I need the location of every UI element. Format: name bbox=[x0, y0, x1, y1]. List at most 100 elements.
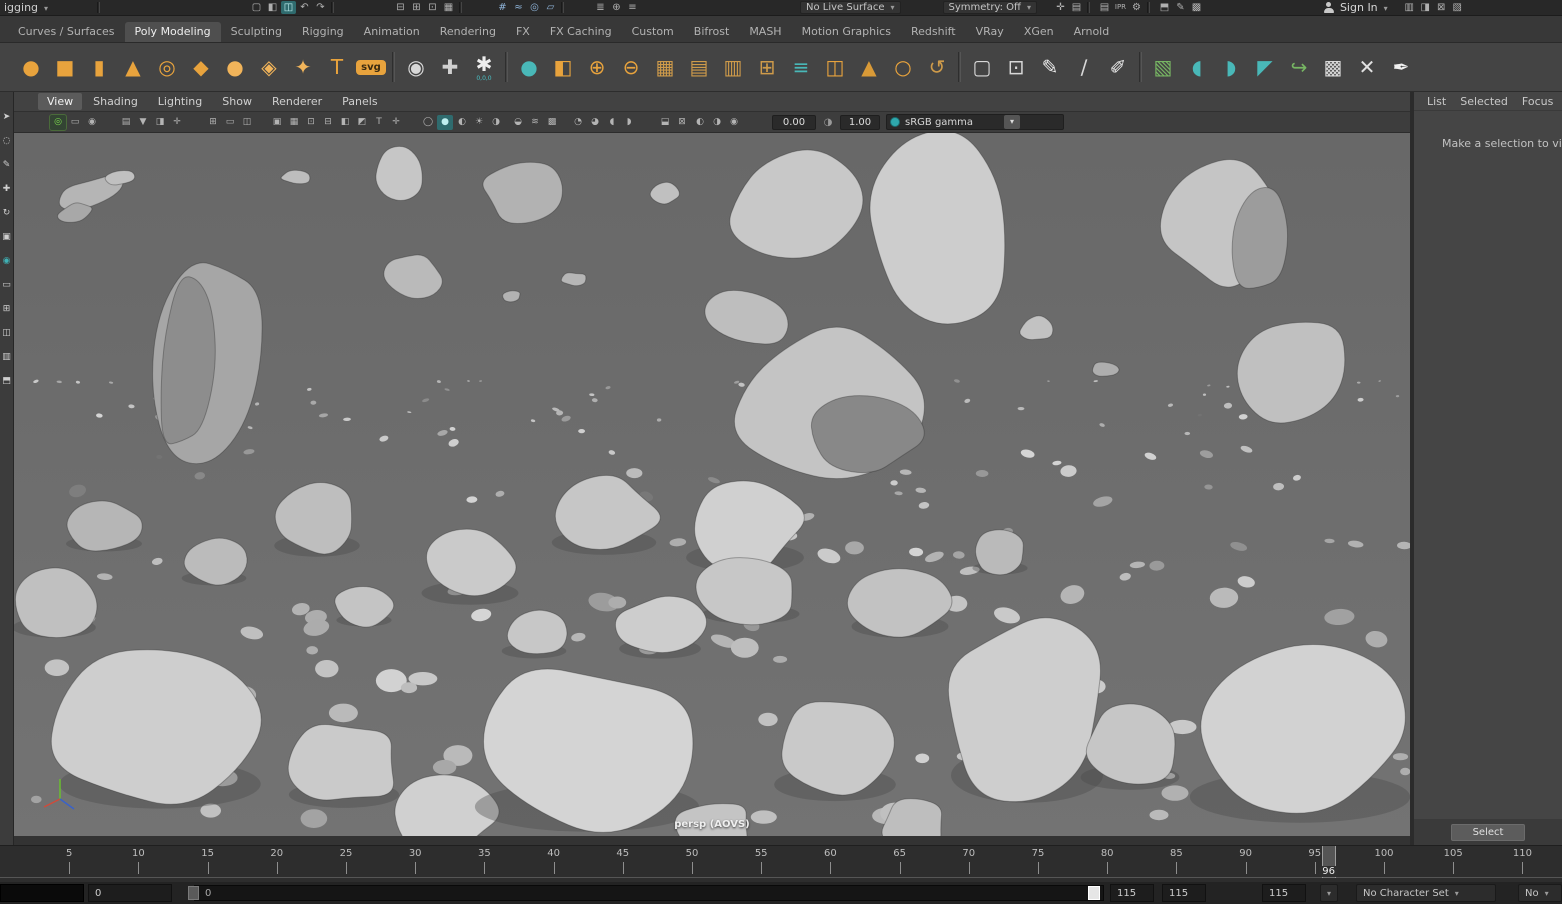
shelf-tab-arnold[interactable]: Arnold bbox=[1064, 22, 1120, 42]
smooth-icon[interactable]: ▥ bbox=[716, 47, 750, 87]
ipr-render-icon[interactable]: IPR bbox=[1113, 1, 1128, 14]
timeline-ruler[interactable]: 5 10 15 20 25 30 35 40 45 50 55 60 65 70 75 80 85 90 95 100… bbox=[0, 846, 1562, 878]
axis-toggle-icon[interactable]: ✛ bbox=[388, 115, 404, 130]
bookmarks-icon[interactable]: ▼ bbox=[135, 115, 151, 130]
resolution-gate-icon[interactable]: ◫ bbox=[239, 115, 255, 130]
cut-cross-icon[interactable]: ✕ bbox=[1350, 47, 1384, 87]
viewport-canvas[interactable]: persp (AOVS) bbox=[14, 133, 1410, 836]
exposure-toggle-icon[interactable]: ◐ bbox=[692, 115, 708, 130]
paint-selection-tool-icon[interactable]: ✎ bbox=[0, 158, 13, 172]
stack-planes-icon[interactable]: ≡ bbox=[784, 47, 818, 87]
highlight-selection-icon[interactable]: ✛ bbox=[1053, 1, 1068, 14]
layout-persp-outliner-icon[interactable]: ▥ bbox=[0, 350, 13, 364]
select-button[interactable]: Select bbox=[1451, 823, 1525, 841]
default-material-icon[interactable]: ◗ bbox=[621, 115, 637, 130]
sign-in-button[interactable]: Sign In bbox=[1323, 1, 1388, 14]
viewport-menu-renderer[interactable]: Renderer bbox=[263, 93, 331, 110]
outliner-toggle-icon[interactable]: ⊠ bbox=[1434, 1, 1449, 14]
gate-mask-icon[interactable]: ▣ bbox=[269, 115, 285, 130]
render-view-icon[interactable]: ⬒ bbox=[1157, 1, 1172, 14]
safe-title-icon[interactable]: ⊟ bbox=[320, 115, 336, 130]
playback-end-field[interactable]: 115 bbox=[1162, 884, 1206, 902]
list-inputs-icon[interactable]: ≡ bbox=[625, 1, 640, 14]
pan-zoom-2d-icon[interactable]: ✛ bbox=[169, 115, 185, 130]
character-set-dropdown[interactable]: No Character Set ▾ bbox=[1356, 884, 1496, 902]
sculpt-grab-icon[interactable]: ◗ bbox=[1214, 47, 1248, 87]
symmetry-dropdown[interactable]: Symmetry: Off bbox=[942, 1, 1037, 14]
camera-lock-icon[interactable]: ◉ bbox=[84, 115, 100, 130]
animation-end-field[interactable]: 115 bbox=[1262, 884, 1306, 902]
live-surface-dropdown[interactable]: No Live Surface bbox=[800, 1, 901, 14]
paint-effects-icon[interactable]: ✎ bbox=[1173, 1, 1188, 14]
layout-four-pane-icon[interactable]: ⊞ bbox=[0, 302, 13, 316]
uv-editor-icon[interactable]: ▧ bbox=[1146, 47, 1180, 87]
layout-two-pane-icon[interactable]: ◫ bbox=[0, 326, 13, 340]
snap-grid-icon[interactable]: # bbox=[495, 1, 510, 14]
viewport-menu-lighting[interactable]: Lighting bbox=[149, 93, 211, 110]
lattice-icon[interactable]: ▢ bbox=[965, 47, 999, 87]
shaded-mode-icon[interactable]: ● bbox=[437, 114, 453, 130]
exposure-field[interactable]: 0.00 bbox=[772, 114, 816, 130]
redo-icon[interactable]: ↷ bbox=[313, 1, 328, 14]
shelf-tab-vray[interactable]: VRay bbox=[966, 22, 1014, 42]
viewport-menu-view[interactable]: View bbox=[38, 93, 83, 110]
wireframe-mode-icon[interactable]: ◯ bbox=[420, 115, 436, 130]
super-shape-icon[interactable]: ✦ bbox=[286, 47, 320, 87]
shelf-tab-animation[interactable]: Animation bbox=[354, 22, 430, 42]
range-end-field[interactable]: 115 bbox=[1110, 884, 1154, 902]
shelf-tab-curves-surfaces[interactable]: Curves / Surfaces bbox=[8, 22, 125, 42]
safe-action-icon[interactable]: ⊡ bbox=[303, 115, 319, 130]
render-settings-icon[interactable]: ⚙ bbox=[1129, 1, 1144, 14]
select-tool-icon[interactable]: ➤ bbox=[0, 110, 13, 124]
shelf-tab-poly-modeling[interactable]: Poly Modeling bbox=[124, 22, 221, 42]
motion-blur-icon[interactable]: ≋ bbox=[527, 115, 543, 130]
playback-speed-dropdown[interactable]: ▾ bbox=[1320, 884, 1339, 902]
shelf-tab-fx[interactable]: FX bbox=[506, 22, 540, 42]
playback-options-box[interactable] bbox=[0, 884, 84, 902]
animation-start-field[interactable]: 0 bbox=[88, 884, 172, 902]
ambient-occlusion-icon[interactable]: ◒ bbox=[510, 115, 526, 130]
undo-icon[interactable]: ↶ bbox=[297, 1, 312, 14]
frame-all-icon[interactable]: ◧ bbox=[337, 115, 353, 130]
construction-history-icon[interactable]: ≣ bbox=[593, 1, 608, 14]
shelf-tab-xgen[interactable]: XGen bbox=[1014, 22, 1064, 42]
all-lights-icon[interactable]: ☀ bbox=[471, 115, 487, 130]
gamma-toggle-icon[interactable]: ◑ bbox=[709, 115, 725, 130]
sculpt-crease-icon[interactable]: ◤ bbox=[1248, 47, 1282, 87]
camera-attributes-icon[interactable]: ▤ bbox=[118, 115, 134, 130]
open-scene-icon[interactable]: ◧ bbox=[265, 1, 280, 14]
curve-warp-icon[interactable]: ↪ bbox=[1282, 47, 1316, 87]
render-frame-icon[interactable]: ▤ bbox=[1097, 1, 1112, 14]
grease-pencil-icon[interactable]: ◎ bbox=[49, 113, 67, 131]
mirror-icon[interactable]: ◫ bbox=[818, 47, 852, 87]
field-chart-icon[interactable]: ▦ bbox=[286, 115, 302, 130]
shelf-tab-rendering[interactable]: Rendering bbox=[430, 22, 506, 42]
select-object-icon[interactable]: ⊞ bbox=[409, 1, 424, 14]
snap-curve-icon[interactable]: ≈ bbox=[511, 1, 526, 14]
selection-mask-icon[interactable]: ▦ bbox=[441, 1, 456, 14]
combine-icon[interactable]: ◧ bbox=[546, 47, 580, 87]
shelf-tab-mash[interactable]: MASH bbox=[739, 22, 791, 42]
secondary-set-dropdown[interactable]: No ▾ bbox=[1518, 884, 1562, 902]
viewport-menu-shading[interactable]: Shading bbox=[84, 93, 147, 110]
boolean-difference-icon[interactable]: ⊖ bbox=[614, 47, 648, 87]
viewport-menu-panels[interactable]: Panels bbox=[333, 93, 386, 110]
viewport-menu-show[interactable]: Show bbox=[213, 93, 261, 110]
fill-hole-icon[interactable]: ▦ bbox=[648, 47, 682, 87]
shelf-tab-rigging[interactable]: Rigging bbox=[292, 22, 354, 42]
shelf-tab-sculpting[interactable]: Sculpting bbox=[221, 22, 292, 42]
checker-pattern-icon[interactable]: ▩ bbox=[1316, 47, 1350, 87]
texture-view-icon[interactable]: ▩ bbox=[1189, 1, 1204, 14]
range-handle-right[interactable] bbox=[1088, 886, 1100, 900]
layout-hypershade-icon[interactable]: ⬒ bbox=[0, 374, 13, 388]
gamma-field[interactable]: 1.00 bbox=[840, 114, 880, 130]
current-time-indicator[interactable]: 96 bbox=[1319, 846, 1338, 878]
film-gate-icon[interactable]: ▭ bbox=[222, 115, 238, 130]
select-hierarchy-icon[interactable]: ⊟ bbox=[393, 1, 408, 14]
knife-tool-icon[interactable]: ✎ bbox=[1033, 47, 1067, 87]
sculpt-surface-icon[interactable]: ◖ bbox=[1180, 47, 1214, 87]
poly-sphere-icon[interactable]: ● bbox=[14, 47, 48, 87]
textured-mode-icon[interactable]: ◐ bbox=[454, 115, 470, 130]
hud-text-icon[interactable]: T bbox=[371, 115, 387, 130]
multisample-icon[interactable]: ▩ bbox=[544, 115, 560, 130]
